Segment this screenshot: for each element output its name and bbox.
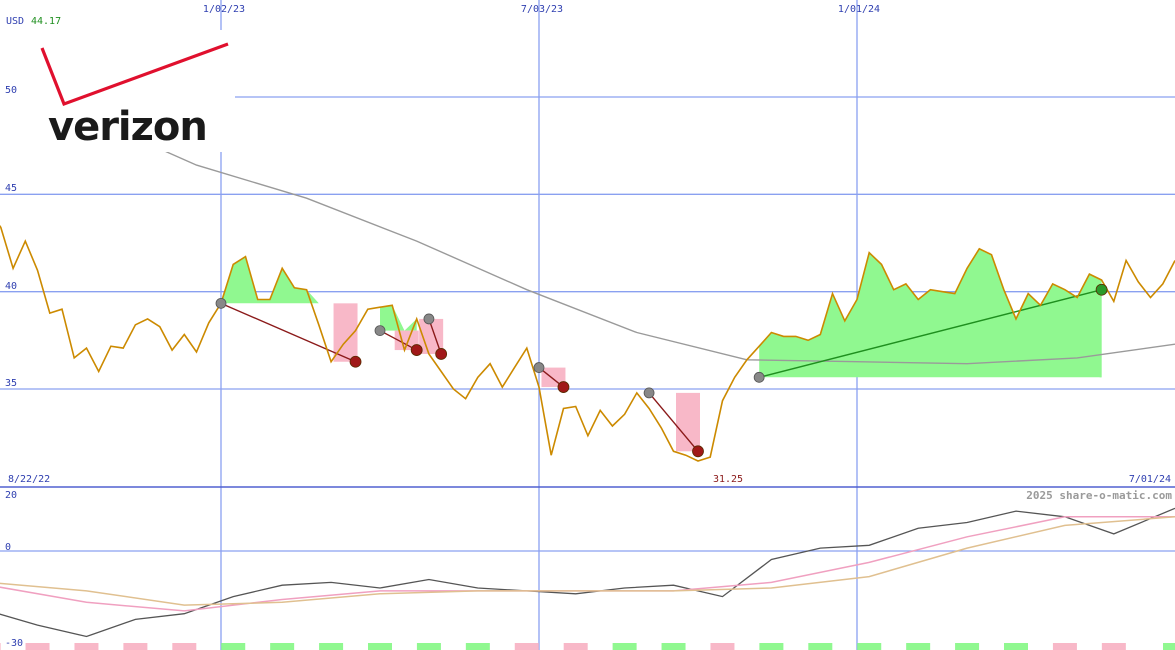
y-tick-label: 0 [5,542,11,553]
histogram-bar [563,643,588,650]
histogram-bar [465,643,490,650]
verizon-logo: verizon [0,30,235,152]
x-tick-label: 7/03/23 [521,4,563,15]
trend-end-marker [349,355,362,368]
trend-end-marker [692,445,704,458]
logo-wordmark: verizon [48,104,207,150]
trend-start-marker [423,313,435,325]
histogram-bar [661,643,686,650]
histogram-bar [221,643,246,650]
trend-start-marker [643,387,655,399]
stock-chart: verizon USD 44.17 1/02/23 7/03/23 1/01/2… [0,0,1175,650]
histogram-bar [1101,643,1126,650]
histogram-bar [270,643,295,650]
histogram-bar [906,643,931,650]
loss-area [676,392,700,452]
histogram-bar [368,643,392,650]
gain-area [1099,289,1102,378]
histogram-bar [710,643,735,650]
histogram-bar [955,643,980,650]
y-tick-label: 45 [5,183,17,194]
x-start-label: 8/22/22 [8,474,50,485]
histogram-bar [514,643,539,650]
histogram-bar [1163,643,1175,650]
histogram-bar [74,643,99,650]
histogram-bar [0,643,1,650]
y-tick-label: 35 [5,378,17,389]
y-tick-label: 40 [5,281,17,292]
trend-start-marker [753,371,765,383]
y-tick-label: 20 [5,490,17,501]
histogram-bar [808,643,833,650]
histogram-bar [172,643,197,650]
x-tick-label: 1/01/24 [838,4,880,15]
histogram-bar [25,643,50,650]
trend-start-marker [215,297,227,309]
histogram-bar [123,643,148,650]
last-price-label: 44.17 [31,16,61,27]
gain-area [759,248,1102,378]
min-price-label: 31.25 [713,474,743,485]
x-end-label: 7/01/24 [1129,474,1171,485]
histogram-bar [416,643,441,650]
trend-end-marker [410,344,423,356]
y-tick-label: -30 [5,638,23,649]
trend-end-marker [557,381,570,393]
histogram-bar [1052,643,1077,650]
gain-area [221,256,356,304]
trend-start-marker [374,325,386,337]
watermark: 2025 share-o-matic.com [1026,489,1172,502]
currency-label: USD [6,16,24,27]
x-tick-label: 1/02/23 [203,4,245,15]
trend-start-marker [533,362,545,373]
trend-end-marker [435,348,448,360]
trend-end-marker [1095,283,1108,296]
gain-loss-fills [221,248,1102,452]
histogram-bar [319,643,344,650]
histogram-bar [759,643,784,650]
indicator-panel [0,507,1175,650]
histogram-bar [857,643,882,650]
histogram-bar [1004,643,1028,650]
y-tick-label: 50 [5,85,17,96]
signal_pink-line [0,516,1175,612]
histogram-bar [612,643,637,650]
macd-line [0,507,1175,638]
